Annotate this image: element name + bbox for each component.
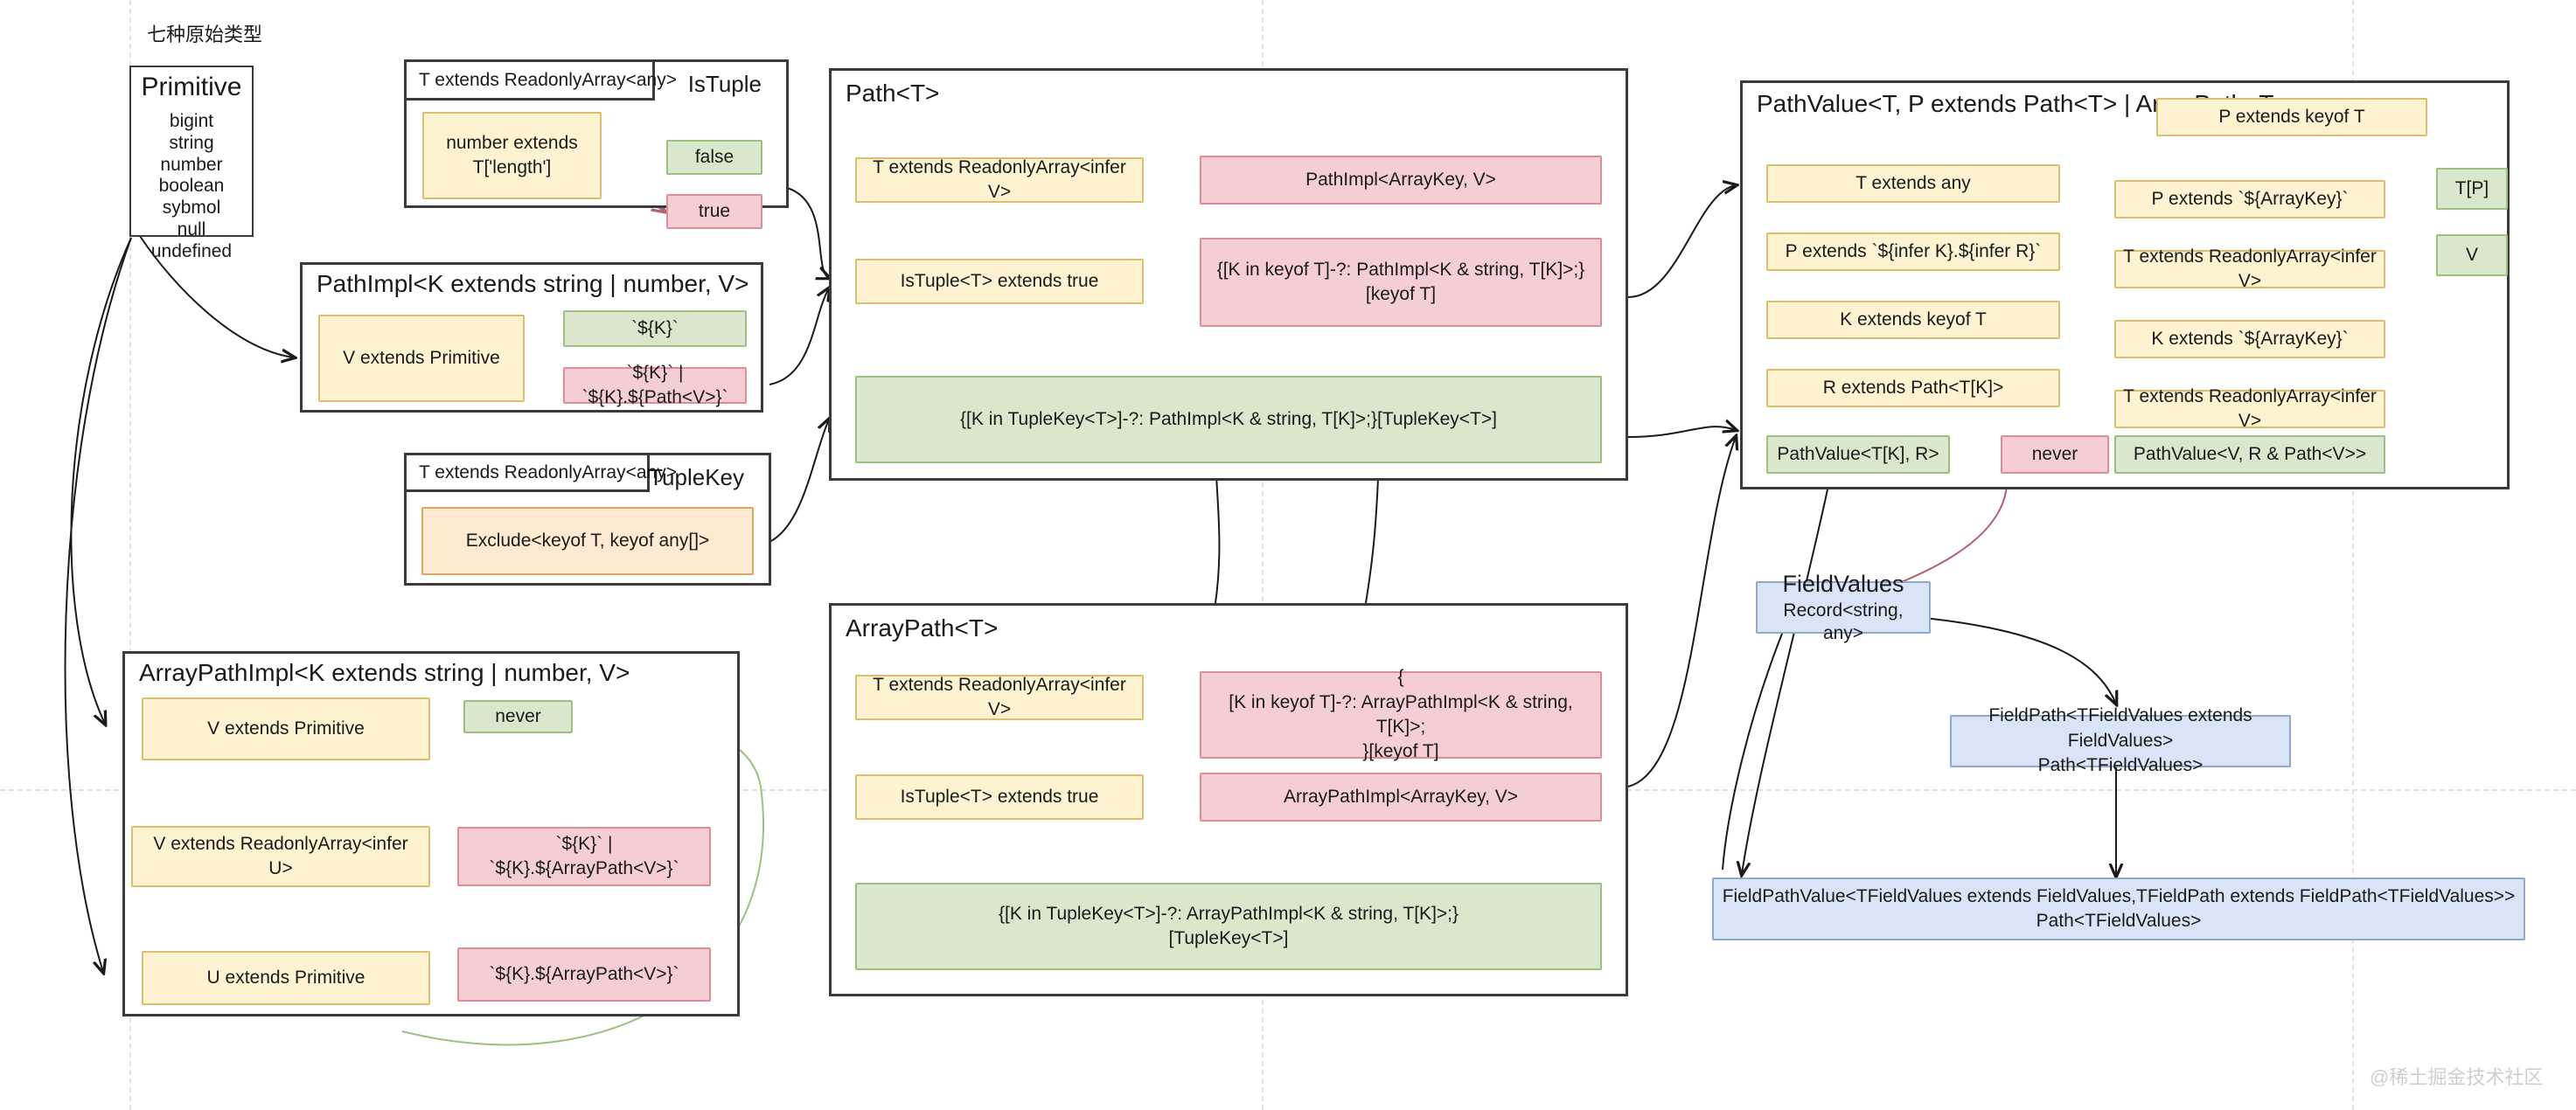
group-is-tuple-title: IsTuple	[687, 71, 762, 97]
node-tuple-key-result: Exclude<keyof T, keyof any[]>	[421, 507, 754, 575]
node-path-value-out2: V	[2436, 234, 2508, 276]
group-is-tuple-constraint: T extends ReadonlyArray<any>	[407, 62, 677, 101]
node-array-path-impl-never: never	[463, 700, 573, 733]
node-path-value-l2: P extends `${infer K}.${infer R}`	[1766, 232, 2060, 271]
node-path-value-l1: T extends any	[1766, 164, 2060, 203]
node-path-res1: PathImpl<ArrayKey, V>	[1200, 156, 1602, 205]
group-path-title: Path<T>	[846, 80, 940, 107]
primitive-item: bigint	[169, 111, 214, 131]
node-array-path-impl-res3: `${K}.${ArrayPath<V>}`	[457, 947, 711, 1002]
primitive-box: Primitive bigint string number boolean s…	[129, 66, 254, 261]
node-array-path-res2: ArrayPathImpl<ArrayKey, V>	[1200, 773, 1602, 822]
node-array-path-cond1: T extends ReadonlyArray<infer V>	[855, 675, 1144, 720]
node-field-path-value: FieldPathValue<TFieldValues extends Fiel…	[1712, 878, 2525, 940]
node-path-value-r1: P extends keyof T	[2156, 98, 2427, 136]
group-array-path-impl-title: ArrayPathImpl<K extends string | number,…	[139, 659, 630, 686]
node-path-value-r2: P extends `${ArrayKey}`	[2114, 180, 2385, 219]
node-array-path-cond2: IsTuple<T> extends true	[855, 774, 1144, 820]
group-array-path-title: ArrayPath<T>	[846, 614, 999, 642]
primitive-item: null	[177, 219, 206, 239]
node-is-tuple-condition: number extends T['length']	[422, 112, 602, 199]
watermark: @稀土掘金技术社区	[2370, 1066, 2544, 1088]
field-values-subtitle: Record<string, any>	[1783, 600, 1904, 643]
node-path-value-r4: K extends `${ArrayKey}`	[2114, 320, 2385, 358]
node-field-path: FieldPath<TFieldValues extends FieldValu…	[1950, 705, 2291, 775]
group-tuple-key-constraint: T extends ReadonlyArray<any>	[407, 455, 677, 492]
node-path-res2: {[K in keyof T]-?: PathImpl<K & string, …	[1200, 238, 1602, 327]
node-array-path-impl-cond2: V extends ReadonlyArray<infer U>	[131, 826, 430, 887]
primitive-item: sybmol	[162, 198, 221, 219]
node-path-impl-no: `${K}` | `${K}.${Path<V>}`	[563, 363, 747, 407]
node-array-path-res1: { [K in keyof T]-?: ArrayPathImpl<K & st…	[1200, 667, 1602, 761]
primitive-item: string	[169, 132, 214, 153]
primitive-item: boolean	[158, 176, 225, 197]
node-array-path-impl-cond3: U extends Primitive	[142, 951, 430, 1005]
primitive-item: undefined	[150, 240, 233, 261]
node-path-impl-condition: V extends Primitive	[318, 315, 525, 402]
node-path-cond2: IsTuple<T> extends true	[855, 259, 1144, 304]
node-path-impl-yes: `${K}`	[563, 310, 747, 347]
node-path-value-r6: PathValue<V, R & Path<V>>	[2114, 435, 2385, 474]
primitive-title: Primitive	[141, 73, 242, 101]
node-path-res3: {[K in TupleKey<T>]-?: PathImpl<K & stri…	[855, 376, 1602, 463]
node-field-values: FieldValues Record<string, any>	[1756, 571, 1931, 643]
node-is-tuple-true: true	[666, 194, 762, 229]
node-path-value-r3: T extends ReadonlyArray<infer V>	[2114, 246, 2385, 291]
group-tuple-key-title: TupleKey	[649, 464, 744, 490]
node-path-value-l5: PathValue<T[K], R>	[1766, 435, 1950, 474]
diagram-canvas: 七种原始类型 Primitive bigint string number bo…	[0, 0, 2576, 1110]
node-path-value-r5: T extends ReadonlyArray<infer V>	[2114, 386, 2385, 431]
primitive-caption: 七种原始类型	[147, 24, 263, 45]
group-path-impl-title: PathImpl<K extends string | number, V>	[317, 270, 749, 297]
primitive-item: number	[160, 154, 223, 175]
field-values-title: FieldValues	[1782, 570, 1904, 597]
node-path-value-out1: T[P]	[2436, 168, 2508, 210]
node-path-cond1: T extends ReadonlyArray<infer V>	[855, 157, 1144, 203]
node-array-path-impl-cond1: V extends Primitive	[142, 697, 430, 760]
node-path-value-l4: R extends Path<T[K]>	[1766, 369, 2060, 407]
node-is-tuple-false: false	[666, 140, 762, 175]
node-path-value-never: never	[2001, 435, 2109, 474]
node-array-path-impl-res2: `${K}` | `${K}.${ArrayPath<V>}`	[457, 827, 711, 886]
node-array-path-res3: {[K in TupleKey<T>]-?: ArrayPathImpl<K &…	[855, 883, 1602, 970]
node-path-value-l3: K extends keyof T	[1766, 301, 2060, 339]
